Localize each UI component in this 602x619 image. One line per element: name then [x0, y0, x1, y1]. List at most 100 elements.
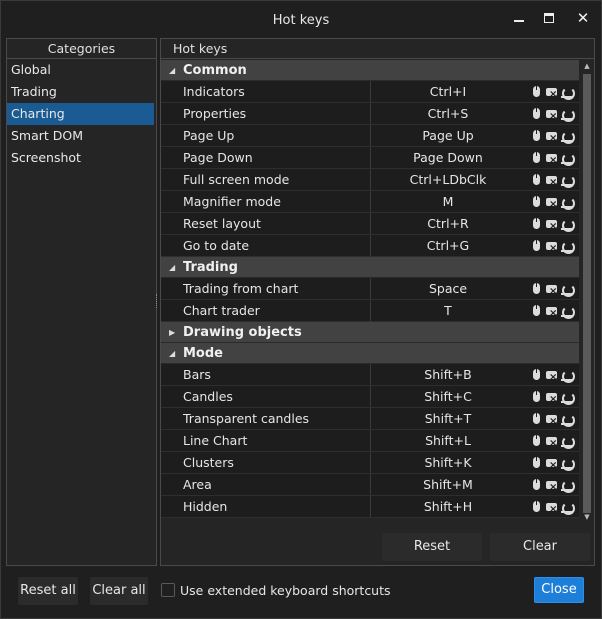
hotkey-row[interactable]: Reset layout Ctrl+R [161, 213, 579, 237]
mouse-icon[interactable] [531, 85, 543, 98]
reset-key-icon[interactable] [561, 240, 576, 254]
hotkey-row[interactable]: Magnifier mode M [161, 191, 579, 215]
hotkey-binding[interactable]: Shift+L [370, 430, 525, 451]
mouse-icon[interactable] [531, 390, 543, 403]
close-window-button[interactable]: ✕ [568, 7, 598, 29]
category-item-charting[interactable]: Charting [7, 103, 154, 125]
clear-button[interactable]: Clear [490, 533, 590, 561]
hotkey-binding[interactable]: Shift+B [370, 364, 525, 385]
hotkey-row[interactable]: Bars Shift+B [161, 364, 579, 388]
collapse-arrow-icon[interactable]: ◢ [169, 60, 175, 81]
mouse-icon[interactable] [531, 478, 543, 491]
hotkey-binding[interactable]: Shift+H [370, 496, 525, 517]
mouse-icon[interactable] [531, 456, 543, 469]
delete-key-icon[interactable] [545, 367, 558, 388]
hotkey-row[interactable]: Line Chart Shift+L [161, 430, 579, 454]
reset-key-icon[interactable] [561, 391, 576, 405]
scroll-down-icon[interactable]: ▼ [580, 513, 594, 525]
delete-key-icon[interactable] [545, 303, 558, 324]
reset-key-icon[interactable] [561, 218, 576, 232]
category-item-trading[interactable]: Trading [7, 81, 156, 103]
hotkey-row[interactable]: Full screen mode Ctrl+LDbClk [161, 169, 579, 193]
extended-shortcuts-label[interactable]: Use extended keyboard shortcuts [180, 583, 391, 598]
reset-key-icon[interactable] [561, 305, 576, 319]
mouse-icon[interactable] [531, 434, 543, 447]
hotkey-binding[interactable]: Shift+T [370, 408, 525, 429]
scroll-thumb[interactable] [583, 74, 591, 513]
delete-key-icon[interactable] [545, 172, 558, 193]
hotkey-row[interactable]: Candles Shift+C [161, 386, 579, 410]
reset-key-icon[interactable] [561, 152, 576, 166]
reset-button[interactable]: Reset [382, 533, 482, 561]
hotkey-row[interactable]: Go to date Ctrl+G [161, 235, 579, 259]
reset-key-icon[interactable] [561, 435, 576, 449]
group-row-drawing-objects[interactable]: ▶ Drawing objects [161, 322, 579, 343]
reset-key-icon[interactable] [561, 413, 576, 427]
category-item-smart-dom[interactable]: Smart DOM [7, 125, 156, 147]
reset-key-icon[interactable] [561, 457, 576, 471]
delete-key-icon[interactable] [545, 238, 558, 259]
hotkey-binding[interactable]: Space [370, 278, 525, 299]
reset-key-icon[interactable] [561, 108, 576, 122]
expand-arrow-icon[interactable]: ▶ [169, 322, 175, 343]
hotkey-binding[interactable]: Page Up [370, 125, 525, 146]
reset-key-icon[interactable] [561, 86, 576, 100]
hotkey-binding[interactable]: Ctrl+R [370, 213, 525, 234]
mouse-icon[interactable] [531, 195, 543, 208]
collapse-arrow-icon[interactable]: ◢ [169, 343, 175, 364]
hotkey-row[interactable]: Transparent candles Shift+T [161, 408, 579, 432]
delete-key-icon[interactable] [545, 281, 558, 302]
mouse-icon[interactable] [531, 173, 543, 186]
delete-key-icon[interactable] [545, 433, 558, 454]
hotkey-row[interactable]: Trading from chart Space [161, 278, 579, 302]
category-item-screenshot[interactable]: Screenshot [7, 147, 156, 169]
hotkey-binding[interactable]: Shift+C [370, 386, 525, 407]
category-item-global[interactable]: Global [7, 59, 156, 81]
reset-key-icon[interactable] [561, 130, 576, 144]
mouse-icon[interactable] [531, 282, 543, 295]
reset-key-icon[interactable] [561, 369, 576, 383]
delete-key-icon[interactable] [545, 194, 558, 215]
hotkey-row[interactable]: Page Down Page Down [161, 147, 579, 171]
minimize-button[interactable] [504, 7, 534, 29]
hotkey-binding[interactable]: Ctrl+S [370, 103, 525, 124]
delete-key-icon[interactable] [545, 216, 558, 237]
extended-shortcuts-checkbox[interactable] [161, 583, 175, 597]
mouse-icon[interactable] [531, 500, 543, 513]
delete-key-icon[interactable] [545, 84, 558, 105]
group-row-common[interactable]: ◢ Common [161, 60, 579, 81]
delete-key-icon[interactable] [545, 411, 558, 432]
delete-key-icon[interactable] [545, 150, 558, 171]
mouse-icon[interactable] [531, 151, 543, 164]
reset-key-icon[interactable] [561, 479, 576, 493]
collapse-arrow-icon[interactable]: ◢ [169, 257, 175, 278]
close-button[interactable]: Close [534, 577, 584, 603]
hotkey-row[interactable]: Indicators Ctrl+I [161, 81, 579, 105]
delete-key-icon[interactable] [545, 477, 558, 498]
hotkey-binding[interactable]: Ctrl+I [370, 81, 525, 102]
mouse-icon[interactable] [531, 107, 543, 120]
hotkey-binding[interactable]: Ctrl+LDbClk [370, 169, 525, 190]
reset-all-button[interactable]: Reset all [18, 577, 78, 605]
delete-key-icon[interactable] [545, 499, 558, 520]
hotkey-row[interactable]: Properties Ctrl+S [161, 103, 579, 127]
group-row-mode[interactable]: ◢ Mode [161, 343, 579, 364]
delete-key-icon[interactable] [545, 455, 558, 476]
hotkey-row[interactable]: Hidden Shift+H [161, 496, 579, 520]
hotkey-binding[interactable]: Shift+M [370, 474, 525, 495]
mouse-icon[interactable] [531, 239, 543, 252]
reset-key-icon[interactable] [561, 174, 576, 188]
delete-key-icon[interactable] [545, 106, 558, 127]
mouse-icon[interactable] [531, 412, 543, 425]
delete-key-icon[interactable] [545, 389, 558, 410]
hotkey-binding[interactable]: M [370, 191, 525, 212]
scroll-up-icon[interactable]: ▲ [580, 62, 594, 74]
hotkey-binding[interactable]: Shift+K [370, 452, 525, 473]
panel-splitter[interactable] [156, 294, 158, 308]
hotkey-binding[interactable]: Ctrl+G [370, 235, 525, 256]
clear-all-button[interactable]: Clear all [90, 577, 148, 605]
delete-key-icon[interactable] [545, 128, 558, 149]
mouse-icon[interactable] [531, 129, 543, 142]
hotkey-row[interactable]: Clusters Shift+K [161, 452, 579, 476]
reset-key-icon[interactable] [561, 501, 576, 515]
